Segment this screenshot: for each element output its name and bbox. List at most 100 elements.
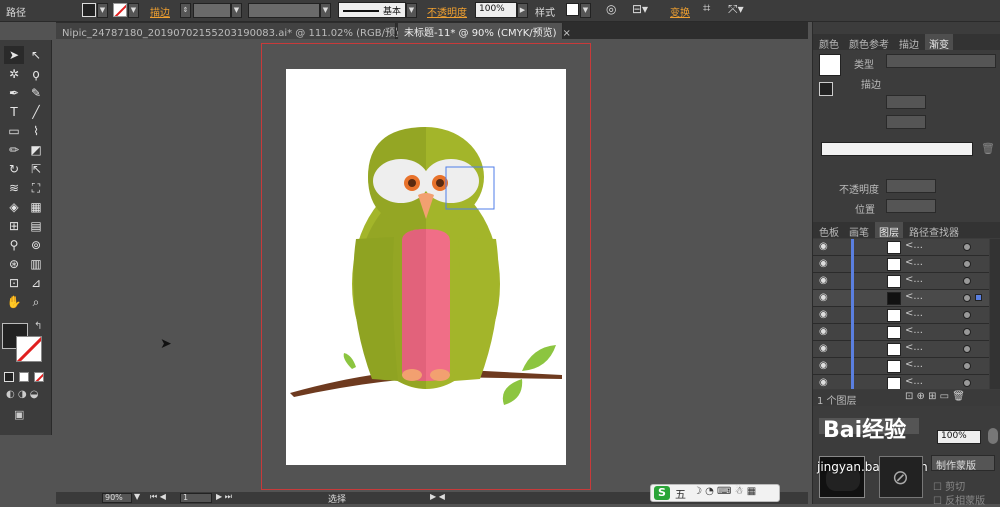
none-mode-icon[interactable] <box>34 372 44 382</box>
tab-pathfinder[interactable]: 路径查找器 <box>905 222 963 239</box>
pencil-tool-icon[interactable]: ✏ <box>4 141 24 159</box>
eye-icon[interactable]: ◉ <box>819 326 828 337</box>
target-icon[interactable] <box>963 345 971 353</box>
layers-scrollbar[interactable] <box>990 239 1000 389</box>
scale-tool-icon[interactable]: ⇱ <box>26 160 46 178</box>
tab-untitled-11[interactable]: 未标题-11* @ 90% (CMYK/预览) × <box>398 23 571 39</box>
line-tool-icon[interactable]: ╱ <box>26 103 46 121</box>
selection-indicator[interactable] <box>975 294 982 301</box>
gradient-opacity-field[interactable] <box>886 179 936 193</box>
layer-row[interactable]: ◉ <... <box>813 341 989 358</box>
blend-tool-icon[interactable]: ⊚ <box>26 236 46 254</box>
column-graph-tool-icon[interactable]: ▥ <box>26 255 46 273</box>
stroke-weight-dropdown[interactable]: ▼ <box>231 3 242 18</box>
fill-dropdown[interactable]: ▼ <box>97 3 108 18</box>
curvature-tool-icon[interactable]: ✎ <box>26 84 46 102</box>
eye-icon[interactable]: ◉ <box>819 258 828 269</box>
arrange-icon[interactable]: ⤧▾ <box>728 2 744 17</box>
opacity-slider-handle[interactable] <box>988 428 998 444</box>
owl-illustration[interactable] <box>286 69 566 465</box>
ime-tool-icons[interactable]: ☽ ◔ ⌨ ☃ ▦ <box>693 486 756 497</box>
variable-width-dropdown[interactable]: ▼ <box>320 3 331 18</box>
magic-wand-tool-icon[interactable]: ✲ <box>4 65 24 83</box>
brush-field[interactable]: 基本 <box>338 2 406 18</box>
gradient-tool-icon[interactable]: ▤ <box>26 217 46 235</box>
warp-tool-icon[interactable]: ≋ <box>4 179 24 197</box>
gradient-mode-icon[interactable] <box>19 372 29 382</box>
make-mask-button[interactable]: 制作蒙版 <box>931 455 995 472</box>
gradient-position-field[interactable] <box>886 199 936 213</box>
eye-icon[interactable]: ◉ <box>819 292 828 303</box>
target-icon[interactable] <box>963 362 971 370</box>
tab-brushes[interactable]: 画笔 <box>845 222 873 239</box>
close-icon[interactable]: × <box>563 28 571 39</box>
transparency-opacity-field[interactable]: 100% <box>937 430 981 444</box>
slice-tool-icon[interactable]: ⊿ <box>26 274 46 292</box>
prev-artboard-icon[interactable]: ⏮ ◀ <box>150 492 166 502</box>
zoom-field[interactable]: 90% <box>102 493 132 503</box>
tab-gradient[interactable]: 渐变 <box>925 34 953 51</box>
tab-nipic-document[interactable]: Nipic_24787180_20190702155203190083.ai* … <box>56 23 423 39</box>
gradient-angle-field[interactable] <box>886 95 926 109</box>
zoom-dropdown[interactable]: ▼ <box>134 492 140 501</box>
eye-icon[interactable]: ◉ <box>819 343 828 354</box>
brush-dropdown[interactable]: ▼ <box>406 3 417 18</box>
gradient-swatch[interactable] <box>819 54 841 76</box>
eyedropper-tool-icon[interactable]: ⚲ <box>4 236 24 254</box>
pen-tool-icon[interactable]: ✒ <box>4 84 24 102</box>
stroke-label[interactable]: 描边 <box>150 4 170 19</box>
lasso-tool-icon[interactable]: ϙ <box>26 65 46 83</box>
layer-row[interactable]: ◉ <... <box>813 324 989 341</box>
layer-row[interactable]: ◉ <... <box>813 375 989 389</box>
next-artboard-icon[interactable]: ▶ ⏭ <box>216 492 232 502</box>
zoom-tool-icon[interactable]: ⌕ <box>26 293 46 311</box>
ime-mode[interactable]: 五 <box>675 486 686 502</box>
mask-thumbnail[interactable]: ⊘ <box>879 456 923 498</box>
layer-row[interactable]: ◉ <... <box>813 307 989 324</box>
stroke-weight-field[interactable] <box>193 3 231 18</box>
layer-actions-icons[interactable]: ⊡ ⊕ ⊞ ▭ 🗑 <box>905 391 965 402</box>
opacity-dropdown[interactable]: ▶ <box>517 3 528 18</box>
trash-icon[interactable]: 🗑 <box>981 142 995 155</box>
gradient-type-select[interactable] <box>886 54 996 68</box>
layer-row[interactable]: ◉ <... <box>813 358 989 375</box>
target-icon[interactable] <box>963 294 971 302</box>
selection-tool-icon[interactable]: ➤ <box>4 46 24 64</box>
status-scroll-arrow[interactable]: ▶ ◀ <box>430 492 445 501</box>
direct-selection-tool-icon[interactable]: ↖ <box>26 46 46 64</box>
hand-tool-icon[interactable]: ✋ <box>4 293 24 311</box>
opacity-label[interactable]: 不透明度 <box>427 4 467 19</box>
target-icon[interactable] <box>963 260 971 268</box>
eye-icon[interactable]: ◉ <box>819 275 828 286</box>
eye-icon[interactable]: ◉ <box>819 360 828 371</box>
layer-row[interactable]: ◉ <... <box>813 273 989 290</box>
eye-icon[interactable]: ◉ <box>819 241 828 252</box>
target-icon[interactable] <box>963 243 971 251</box>
eye-icon[interactable]: ◉ <box>819 377 828 388</box>
rotate-tool-icon[interactable]: ↻ <box>4 160 24 178</box>
layer-row[interactable]: ◉ <... <box>813 256 989 273</box>
tab-color-guide[interactable]: 颜色参考 <box>845 34 893 51</box>
screen-mode-icon[interactable]: ▣ <box>14 408 24 421</box>
transform-label[interactable]: 变换 <box>670 4 690 19</box>
clip-label[interactable]: ☐ 剪切 <box>933 478 965 493</box>
style-dropdown[interactable]: ▼ <box>580 3 591 18</box>
tab-stroke[interactable]: 描边 <box>895 34 923 51</box>
gradient-slider[interactable] <box>821 142 973 156</box>
target-icon[interactable] <box>963 277 971 285</box>
eye-icon[interactable]: ◉ <box>819 309 828 320</box>
align-icon[interactable]: ⊟▾ <box>632 2 648 16</box>
target-icon[interactable] <box>963 379 971 387</box>
paintbrush-tool-icon[interactable]: ⌇ <box>26 122 46 140</box>
color-mode-icon[interactable] <box>4 372 14 382</box>
ime-logo[interactable]: S <box>654 486 670 500</box>
isolate-icon[interactable]: ⌗ <box>703 1 710 16</box>
artboard-tool-icon[interactable]: ⊡ <box>4 274 24 292</box>
chart-tool-icon[interactable]: ▦ <box>26 198 46 216</box>
tab-color[interactable]: 颜色 <box>815 34 843 51</box>
swap-fill-stroke-icon[interactable]: ↰ <box>34 321 42 332</box>
target-icon[interactable] <box>963 311 971 319</box>
stroke-color-box[interactable] <box>16 336 42 362</box>
free-transform-tool-icon[interactable]: ⛶ <box>26 179 46 197</box>
gradient-fill-icon[interactable] <box>819 82 833 96</box>
